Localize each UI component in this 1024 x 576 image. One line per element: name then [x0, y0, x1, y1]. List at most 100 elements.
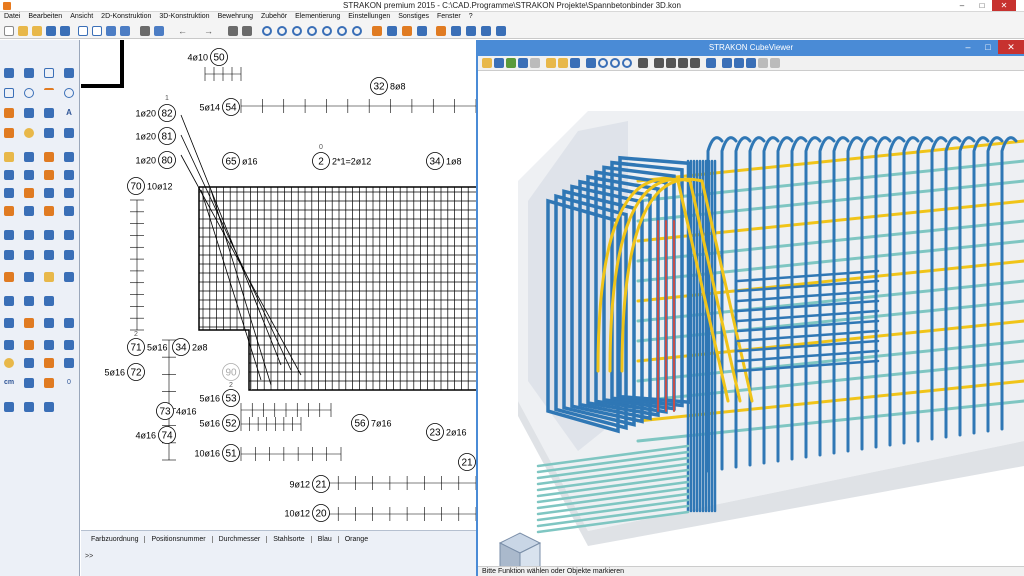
position-balloon[interactable]: 32 8ø8 — [370, 77, 406, 95]
undo-icon[interactable]: ← — [178, 26, 188, 36]
more-options-button[interactable]: >> — [85, 553, 93, 560]
window-icon[interactable] — [78, 26, 88, 36]
menu-3d-konstruktion[interactable]: 3D-Konstruktion — [155, 12, 213, 23]
position-balloon[interactable]: 34 2ø8 — [172, 338, 208, 356]
plate-icon[interactable] — [4, 296, 14, 306]
cv-zoom-all-icon[interactable] — [622, 58, 632, 68]
cv-pan-icon[interactable] — [638, 58, 648, 68]
cv-transparent-icon[interactable] — [746, 58, 756, 68]
rebar-set-icon[interactable] — [4, 188, 14, 198]
position-balloon[interactable]: 80 1ø20 — [135, 151, 176, 169]
part-icon[interactable] — [4, 272, 14, 282]
position-balloon[interactable]: 2 2*1=2ø12 — [312, 152, 372, 170]
cv-open-icon[interactable] — [482, 58, 492, 68]
cv-print-icon[interactable] — [518, 58, 528, 68]
position-balloon[interactable]: 71 5ø16 — [127, 338, 168, 356]
cv-zoom-out-icon[interactable] — [610, 58, 620, 68]
rebar-stirrup-icon[interactable] — [64, 152, 74, 162]
position-balloon[interactable]: 54 5ø14 — [199, 98, 240, 116]
cv-grid-icon[interactable] — [570, 58, 580, 68]
option-blau[interactable]: Blau — [312, 536, 339, 543]
rebar-layout-icon[interactable] — [44, 170, 54, 180]
rebar-hook-icon[interactable] — [44, 152, 54, 162]
info-icon[interactable] — [24, 358, 34, 368]
plate-edit-icon[interactable] — [24, 296, 34, 306]
mesh-rotate-icon[interactable] — [64, 250, 74, 260]
cv-save-icon[interactable] — [494, 58, 504, 68]
print-icon[interactable] — [140, 26, 150, 36]
mesh-copy-icon[interactable] — [24, 250, 34, 260]
cv-folder-icon[interactable] — [546, 58, 556, 68]
offset-icon[interactable] — [24, 108, 34, 118]
position-balloon[interactable]: 52 5ø16 — [199, 414, 240, 432]
position-balloon[interactable]: 70 10ø12 — [127, 177, 173, 195]
plate-copy-icon[interactable] — [44, 296, 54, 306]
erase-icon[interactable] — [44, 402, 54, 412]
element-print-icon[interactable] — [64, 318, 74, 328]
layout-icon[interactable] — [92, 26, 102, 36]
part-place-icon[interactable] — [24, 272, 34, 282]
position-balloon[interactable]: 21 — [458, 453, 476, 471]
frame-icon[interactable] — [120, 26, 130, 36]
position-balloon[interactable]: 34 1ø8 — [426, 152, 462, 170]
rebar-label-icon[interactable] — [64, 188, 74, 198]
position-balloon[interactable]: 56 7ø16 — [351, 414, 392, 432]
menu-help[interactable]: ? — [465, 12, 477, 23]
arc-icon[interactable] — [44, 88, 54, 98]
cv-export-icon[interactable] — [506, 58, 516, 68]
fill-icon[interactable] — [4, 108, 14, 118]
rebar-bend-icon[interactable] — [24, 152, 34, 162]
menu-zubehoer[interactable]: Zubehör — [257, 12, 291, 23]
option-stahlsorte[interactable]: Stahlsorte — [267, 536, 312, 543]
position-balloon[interactable]: 50 4ø10 — [187, 48, 228, 66]
view-edit-icon[interactable] — [24, 340, 34, 350]
box-icon[interactable] — [4, 88, 14, 98]
option-durchmesser[interactable]: Durchmesser — [213, 536, 268, 543]
element-icon[interactable] — [4, 318, 14, 328]
position-balloon[interactable]: 20 10ø12 — [284, 504, 330, 522]
rebar-wave-icon[interactable] — [4, 170, 14, 180]
drawing-canvas[interactable]: 50 4ø10 54 5ø14 32 8ø8 82 1ø20 81 1ø20 80 1ø20 65 ø16… — [81, 40, 476, 530]
properties-icon[interactable] — [496, 26, 506, 36]
cube-icon[interactable] — [451, 26, 461, 36]
select-icon[interactable] — [402, 26, 412, 36]
menu-bearbeiten[interactable]: Bearbeiten — [24, 12, 66, 23]
maximize-button[interactable]: □ — [972, 0, 992, 11]
move-icon[interactable] — [387, 26, 397, 36]
cv-hidden-icon[interactable] — [758, 58, 768, 68]
rebar-group-icon[interactable] — [4, 206, 14, 216]
rebar-position-icon[interactable] — [44, 188, 54, 198]
plot-icon[interactable] — [154, 26, 164, 36]
circle-icon[interactable] — [64, 88, 74, 98]
view-section-icon[interactable] — [44, 340, 54, 350]
mesh-edit-icon[interactable] — [4, 250, 14, 260]
paste-icon[interactable] — [242, 26, 252, 36]
cv-wireframe-icon[interactable] — [734, 58, 744, 68]
menu-einstellungen[interactable]: Einstellungen — [344, 12, 394, 23]
style-icon[interactable] — [44, 358, 54, 368]
cv-layer-icon[interactable] — [558, 58, 568, 68]
rebar-copy-icon[interactable] — [44, 206, 54, 216]
zoom-out-icon[interactable] — [292, 26, 302, 36]
cv-view-cube-icon[interactable] — [706, 58, 716, 68]
cubeviewer-3d-view[interactable] — [478, 71, 1024, 566]
open-project-icon[interactable] — [32, 26, 42, 36]
position-balloon[interactable]: 21 9ø12 — [289, 475, 330, 493]
trim-icon[interactable] — [24, 402, 34, 412]
ellipse-icon[interactable] — [24, 88, 34, 98]
parallel-lines-icon[interactable] — [24, 68, 34, 78]
menu-ansicht[interactable]: Ansicht — [66, 12, 97, 23]
rebar-list-icon[interactable] — [4, 152, 14, 162]
copy-icon[interactable] — [228, 26, 238, 36]
redo-icon[interactable]: → — [204, 26, 214, 36]
cv-home-icon[interactable] — [586, 58, 596, 68]
unit-label[interactable]: cm — [2, 378, 16, 388]
save-icon[interactable] — [46, 26, 56, 36]
menu-sonstiges[interactable]: Sonstiges — [394, 12, 433, 23]
close-button[interactable]: ✕ — [992, 0, 1016, 11]
open-folder-icon[interactable] — [18, 26, 28, 36]
line-icon[interactable] — [64, 68, 74, 78]
polyline-icon[interactable] — [4, 68, 14, 78]
element-edit-icon[interactable] — [24, 318, 34, 328]
counter-value[interactable]: 0 — [64, 378, 74, 388]
